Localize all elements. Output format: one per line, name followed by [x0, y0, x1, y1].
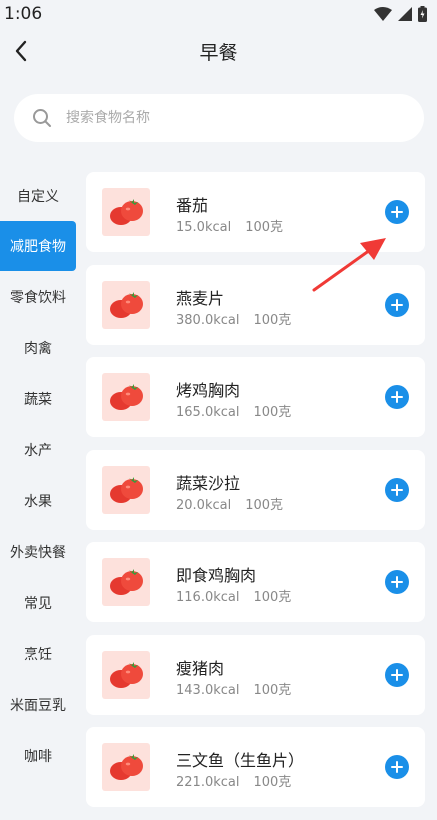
add-food-button[interactable]	[385, 662, 409, 687]
food-name: 三文鱼（生鱼片）	[176, 751, 305, 770]
tomato-icon	[102, 558, 150, 606]
category-item[interactable]: 减肥食物	[0, 221, 76, 271]
tomato-icon	[102, 465, 150, 514]
food-kcal: 20.0kcal	[176, 497, 232, 513]
food-card[interactable]: 瘦猪肉 143.0kcal 100克	[86, 634, 425, 715]
food-card[interactable]: 即食鸡胸肉 116.0kcal 100克	[86, 542, 425, 622]
category-item[interactable]: 零食饮料	[0, 271, 76, 322]
food-name: 即食鸡胸肉	[176, 566, 257, 585]
plus-icon	[391, 206, 403, 218]
header: 早餐	[0, 30, 437, 72]
tomato-icon	[102, 650, 150, 699]
status-icons	[374, 6, 427, 22]
plus-icon	[391, 391, 403, 403]
food-unit: 100克	[245, 220, 284, 235]
category-item[interactable]: 常见	[0, 577, 76, 628]
food-name: 瘦猪肉	[176, 658, 225, 678]
category-item[interactable]: 自定义	[0, 170, 76, 221]
page-title: 早餐	[199, 42, 238, 64]
food-meta: 143.0kcal 100克	[176, 679, 291, 698]
battery-icon	[418, 6, 427, 22]
search-bar[interactable]	[14, 94, 424, 142]
add-food-button[interactable]	[385, 200, 409, 224]
add-food-button[interactable]	[385, 570, 409, 594]
food-name: 燕麦片	[176, 288, 225, 308]
food-name: 蔬菜沙拉	[176, 473, 241, 493]
food-card[interactable]: 番茄 15.0kcal 100克	[86, 172, 425, 252]
plus-icon	[391, 761, 403, 773]
plus-icon	[391, 668, 403, 681]
food-meta: 380.0kcal 100克	[176, 309, 291, 328]
search-input[interactable]	[64, 109, 388, 127]
status-bar: 1:06	[0, 0, 437, 30]
food-kcal: 15.0kcal	[176, 220, 232, 235]
food-meta: 116.0kcal 100克	[176, 586, 291, 605]
status-time: 1:06	[4, 4, 43, 24]
category-sidebar: 自定义 减肥食物 零食饮料 肉禽 蔬菜 水产 水果 外卖快餐 常见 烹饪 米面豆乳 咖啡	[0, 170, 76, 789]
category-item[interactable]: 米面豆乳	[0, 679, 76, 730]
food-unit: 100克	[253, 775, 292, 790]
tomato-icon	[102, 743, 150, 791]
food-meta: 221.0kcal 100克	[176, 771, 291, 790]
food-meta: 20.0kcal 100克	[176, 494, 283, 513]
food-kcal: 221.0kcal	[176, 775, 240, 790]
add-food-button[interactable]	[385, 292, 409, 317]
add-food-button[interactable]	[385, 477, 409, 502]
food-unit: 100克	[253, 682, 292, 698]
food-list: 番茄 15.0kcal 100克 燕麦片 380.0kcal 100克 烤鸡胸肉 1…	[86, 172, 425, 820]
tomato-icon	[102, 373, 150, 421]
food-name: 番茄	[176, 196, 209, 215]
category-item[interactable]: 肉禽	[0, 322, 76, 373]
food-card[interactable]: 三文鱼（生鱼片） 221.0kcal 100克	[86, 727, 425, 807]
food-unit: 100克	[253, 590, 292, 605]
search-icon	[32, 108, 52, 128]
food-name: 烤鸡胸肉	[176, 381, 241, 400]
food-kcal: 165.0kcal	[176, 405, 240, 420]
food-kcal: 380.0kcal	[176, 312, 240, 328]
food-kcal: 143.0kcal	[176, 682, 240, 698]
add-food-button[interactable]	[385, 385, 409, 409]
food-card[interactable]: 烤鸡胸肉 165.0kcal 100克	[86, 357, 425, 437]
food-meta: 15.0kcal 100克	[176, 216, 283, 235]
tomato-icon	[102, 280, 150, 329]
add-food-button[interactable]	[385, 755, 409, 779]
food-unit: 100克	[253, 405, 292, 420]
plus-icon	[391, 576, 403, 588]
category-item[interactable]: 外卖快餐	[0, 526, 76, 577]
food-card[interactable]: 燕麦片 380.0kcal 100克	[86, 264, 425, 345]
food-kcal: 116.0kcal	[176, 590, 240, 605]
category-item[interactable]: 蔬菜	[0, 373, 76, 424]
plus-icon	[391, 483, 403, 496]
food-unit: 100克	[253, 312, 292, 328]
category-item[interactable]: 咖啡	[0, 730, 76, 781]
tomato-icon	[102, 188, 150, 236]
signal-icon	[398, 7, 412, 21]
category-item[interactable]: 烹饪	[0, 628, 76, 679]
food-meta: 165.0kcal 100克	[176, 401, 291, 420]
food-unit: 100克	[245, 497, 284, 513]
food-card[interactable]: 蔬菜沙拉 20.0kcal 100克	[86, 449, 425, 530]
wifi-icon	[374, 7, 392, 21]
plus-icon	[391, 298, 403, 311]
category-item[interactable]: 水果	[0, 475, 76, 526]
category-item[interactable]: 水产	[0, 424, 76, 475]
